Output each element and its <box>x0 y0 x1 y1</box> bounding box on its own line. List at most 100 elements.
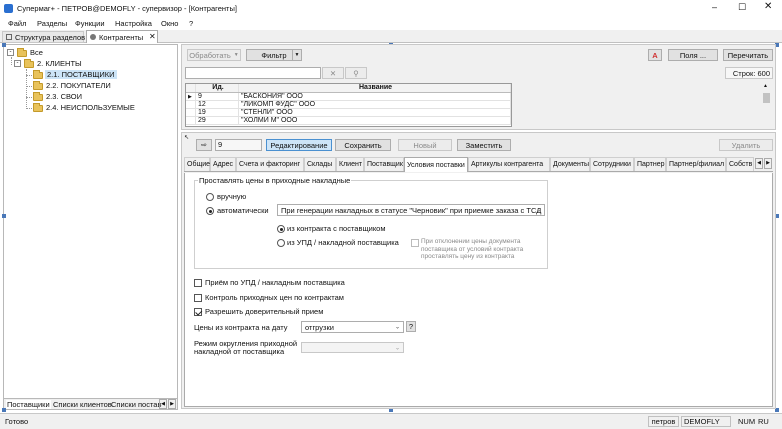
tab-address[interactable]: Адрес <box>210 157 236 171</box>
splitter-handle[interactable] <box>2 214 6 218</box>
grid-scrollbar[interactable]: ▲ <box>762 83 771 123</box>
maximize-button[interactable]: ☐ <box>738 2 746 13</box>
tree-item-clients[interactable]: 2. КЛИЕНТЫ <box>37 59 82 68</box>
tree-item-all[interactable]: Все <box>30 48 43 57</box>
menu-sections[interactable]: Разделы <box>37 19 67 28</box>
cell-id: 9 <box>196 93 239 100</box>
scroll-thumb[interactable] <box>763 93 770 103</box>
tree-expander[interactable]: - <box>7 49 14 56</box>
tabs-scroll-left-icon[interactable]: ◀ <box>755 158 763 169</box>
tab-own[interactable]: Собств <box>726 157 754 171</box>
replace-button[interactable]: Заместить <box>457 139 511 151</box>
tab-documents[interactable]: Документы <box>550 157 590 171</box>
id-value: 9 <box>218 140 223 149</box>
delete-button[interactable]: Удалить <box>719 139 773 151</box>
tree-item-own[interactable]: 2.3. СВОИ <box>46 92 82 101</box>
tree-connector <box>26 108 32 109</box>
tree-item-unused[interactable]: 2.4. НЕИСПОЛЬЗУЕМЫЕ <box>46 103 135 112</box>
price-control-checkbox[interactable] <box>194 294 202 302</box>
title-bar: Супермаг+ - ПЕТРОВ@DEMOFLY - супервизор … <box>0 0 782 17</box>
left-tab-client-lists[interactable]: Списки клиентов <box>53 400 112 409</box>
tab-warehouses[interactable]: Склады <box>304 157 336 171</box>
tree-item-buyers[interactable]: 2.2. ПОКУПАТЕЛИ <box>46 81 111 90</box>
tab-partner[interactable]: Партнер <box>634 157 666 171</box>
tab-contractors[interactable]: Контрагенты ✕ <box>86 30 158 43</box>
tab-partner-branch[interactable]: Партнер/филиал <box>666 157 726 171</box>
col-header-name[interactable]: Название <box>239 84 511 92</box>
reread-button[interactable]: Перечитать <box>723 49 773 61</box>
scroll-right-icon[interactable]: ▶ <box>168 399 176 409</box>
color-mark-button[interactable]: A <box>648 49 662 61</box>
table-row[interactable]: 19 "СТЕНЛИ" ООО <box>186 109 511 117</box>
tab-general[interactable]: Общие <box>184 157 210 171</box>
deviation-checkbox[interactable] <box>411 239 419 247</box>
id-field[interactable]: 9 <box>215 139 262 151</box>
menu-functions[interactable]: Функции <box>75 19 105 28</box>
trust-accept-label: Разрешить доверительный прием <box>205 307 324 316</box>
radio-from-upd[interactable] <box>277 239 285 247</box>
splitter-handle[interactable] <box>2 43 6 47</box>
left-tab-suppliers[interactable]: Поставщики <box>6 400 51 409</box>
save-button[interactable]: Сохранить <box>335 139 391 151</box>
folder-icon <box>24 59 34 68</box>
search-input[interactable] <box>185 67 321 79</box>
clear-search-button[interactable]: ✕ <box>322 67 344 79</box>
app-icon <box>4 4 13 13</box>
pin-icon[interactable]: ↖ <box>184 134 189 141</box>
status-user-text: петров <box>651 417 676 426</box>
radio-manual[interactable] <box>206 193 214 201</box>
filter-dropdown[interactable]: ▼ <box>292 49 302 61</box>
process-button[interactable]: Обработать ▼ <box>187 49 241 61</box>
accept-upd-checkbox[interactable] <box>194 279 202 287</box>
chevron-down-icon: ⌄ <box>535 207 541 214</box>
left-panel: - Все - 2. КЛИЕНТЫ 2.1. ПОСТАВЩИКИ 2.2. … <box>3 44 178 410</box>
tab-accounts[interactable]: Счета и факторинг <box>236 157 304 171</box>
menu-settings[interactable]: Настройка <box>115 19 152 28</box>
tab-client[interactable]: Клиент <box>336 157 364 171</box>
help-button[interactable]: ? <box>406 321 416 332</box>
tab-articles[interactable]: Артикулы контрагента <box>468 157 550 171</box>
price-date-label: Цены из контракта на дату <box>194 323 288 332</box>
scroll-up-icon[interactable]: ▲ <box>763 83 768 89</box>
record-nav-button[interactable]: ⇨ <box>196 139 212 151</box>
edit-button[interactable]: Редактирование <box>266 139 332 151</box>
scroll-left-icon[interactable]: ◀ <box>159 399 167 409</box>
close-window-button[interactable]: ✕ <box>764 1 772 12</box>
rounding-select[interactable]: ⌄ <box>301 342 404 353</box>
close-tab-icon[interactable]: ✕ <box>149 32 156 41</box>
tabs-scroll-right-icon[interactable]: ▶ <box>764 158 772 169</box>
tab-employees[interactable]: Сотрудники <box>590 157 634 171</box>
tab-structure[interactable]: Структура разделов <box>2 31 85 43</box>
menu-file[interactable]: Файл <box>8 19 26 28</box>
col-header-id[interactable]: Ид. <box>196 84 239 92</box>
folder-icon <box>33 103 43 112</box>
minimize-button[interactable]: – <box>712 2 717 12</box>
menu-help[interactable]: ? <box>189 19 193 28</box>
status-bar: Готово петров DEMOFLY NUM RU <box>0 413 782 429</box>
rows-count-text: Строк: 600 <box>732 68 770 78</box>
menu-window[interactable]: Окно <box>161 19 178 28</box>
detail-panel: ↖ ⇨ 9 Редактирование Сохранить Новый Зам… <box>181 132 776 409</box>
folder-icon <box>17 48 27 57</box>
status-user: петров <box>648 416 679 427</box>
table-row[interactable]: ▶ 9 "БАСКОНИЯ" ООО <box>186 93 511 101</box>
price-date-select[interactable]: отгрузки ⌄ <box>301 321 404 333</box>
tab-delivery-terms[interactable]: Условия поставки <box>404 157 468 172</box>
search-button[interactable]: ⚲ <box>345 67 367 79</box>
radio-auto[interactable] <box>206 207 214 215</box>
table-row[interactable]: 29 "ХОЛМИ М" ООО <box>186 117 511 125</box>
left-tab-supplier-lists[interactable]: Списки постав <box>111 400 161 409</box>
radio-from-contract[interactable] <box>277 225 285 233</box>
table-row[interactable]: 12 "ЛИКОМП ФУДС" ООО <box>186 101 511 109</box>
accept-upd-label: Приём по УПД / накладным поставщика <box>205 278 345 287</box>
tab-supplier[interactable]: Поставщик <box>364 157 404 171</box>
splitter-handle[interactable] <box>2 408 6 412</box>
tree-item-suppliers[interactable]: 2.1. ПОСТАВЩИКИ <box>45 70 117 79</box>
fields-button[interactable]: Поля ... <box>668 49 718 61</box>
new-button[interactable]: Новый <box>398 139 452 151</box>
auto-mode-select[interactable]: При генерации накладных в статусе "Черно… <box>277 204 545 216</box>
delete-label: Удалить <box>731 140 761 150</box>
trust-accept-checkbox[interactable] <box>194 308 202 316</box>
tree-expander[interactable]: - <box>14 60 21 67</box>
cell-name: "БАСКОНИЯ" ООО <box>239 93 511 100</box>
